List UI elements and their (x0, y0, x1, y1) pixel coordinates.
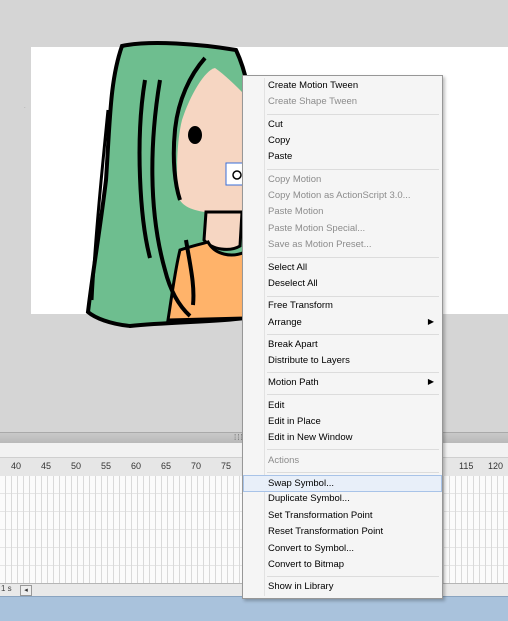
window-bottom-strip (0, 596, 508, 621)
eye-shape (188, 126, 202, 144)
menu-separator (267, 576, 439, 577)
menu-separator (267, 114, 439, 115)
menu-item-free-transform[interactable]: Free Transform (243, 298, 442, 314)
menu-separator (267, 334, 439, 335)
shirt-shape (166, 240, 247, 322)
menu-separator (267, 169, 439, 170)
menu-item-copy-motion-as-actionscript[interactable]: Copy Motion as ActionScript 3.0... (243, 188, 442, 204)
menu-item-create-shape-tween[interactable]: Create Shape Tween (243, 94, 442, 110)
menu-item-motion-path[interactable]: Motion Path ▶ (243, 375, 442, 391)
menu-separator (267, 394, 439, 395)
menu-separator (267, 257, 439, 258)
ruler-tick: 65 (161, 461, 172, 471)
menu-item-create-motion-tween[interactable]: Create Motion Tween (243, 78, 442, 94)
menu-item-show-in-library[interactable]: Show in Library (243, 579, 442, 595)
menu-item-save-as-motion-preset[interactable]: Save as Motion Preset... (243, 237, 442, 253)
menu-item-deselect-all[interactable]: Deselect All (243, 276, 442, 292)
svg-text:.: . (24, 104, 26, 110)
frame-rate-indicator: 1 s (1, 584, 12, 593)
context-menu: Create Motion Tween Create Shape Tween C… (242, 75, 443, 599)
ruler-tick: 75 (221, 461, 232, 471)
menu-item-paste-motion-special[interactable]: Paste Motion Special... (243, 221, 442, 237)
ruler-tick: 70 (191, 461, 202, 471)
menu-item-distribute-to-layers[interactable]: Distribute to Layers (243, 353, 442, 369)
menu-item-convert-to-bitmap[interactable]: Convert to Bitmap (243, 557, 442, 573)
submenu-arrow-icon: ▶ (427, 377, 434, 386)
menu-item-actions[interactable]: Actions (243, 453, 442, 469)
scroll-left-button[interactable]: ◂ (20, 585, 32, 596)
menu-item-paste[interactable]: Paste (243, 149, 442, 165)
ruler-tick: 60 (131, 461, 142, 471)
ruler-tick: 45 (41, 461, 52, 471)
menu-item-copy[interactable]: Copy (243, 133, 442, 149)
menu-item-edit-in-place[interactable]: Edit in Place (243, 414, 442, 430)
submenu-arrow-icon: ▶ (427, 317, 434, 326)
menu-item-break-apart[interactable]: Break Apart (243, 337, 442, 353)
menu-item-reset-transformation-point[interactable]: Reset Transformation Point (243, 524, 442, 540)
menu-item-edit[interactable]: Edit (243, 398, 442, 414)
ruler-tick: 115 (459, 461, 474, 471)
menu-item-copy-motion[interactable]: Copy Motion (243, 172, 442, 188)
menu-item-duplicate-symbol[interactable]: Duplicate Symbol... (243, 491, 442, 507)
menu-item-arrange[interactable]: Arrange ▶ (243, 315, 442, 331)
ruler-tick: 55 (101, 461, 112, 471)
menu-item-edit-in-new-window[interactable]: Edit in New Window (243, 430, 442, 446)
menu-separator (267, 372, 439, 373)
menu-item-paste-motion[interactable]: Paste Motion (243, 204, 442, 220)
menu-item-select-all[interactable]: Select All (243, 260, 442, 276)
menu-separator (267, 296, 439, 297)
ruler-tick: 40 (11, 461, 22, 471)
menu-item-set-transformation-point[interactable]: Set Transformation Point (243, 508, 442, 524)
ruler-tick: 50 (71, 461, 82, 471)
menu-separator (267, 449, 439, 450)
menu-item-swap-symbol[interactable]: Swap Symbol... (243, 475, 442, 492)
menu-item-convert-to-symbol[interactable]: Convert to Symbol... (243, 541, 442, 557)
menu-item-cut[interactable]: Cut (243, 117, 442, 133)
menu-separator (267, 472, 439, 473)
ruler-tick: 120 (488, 461, 504, 471)
